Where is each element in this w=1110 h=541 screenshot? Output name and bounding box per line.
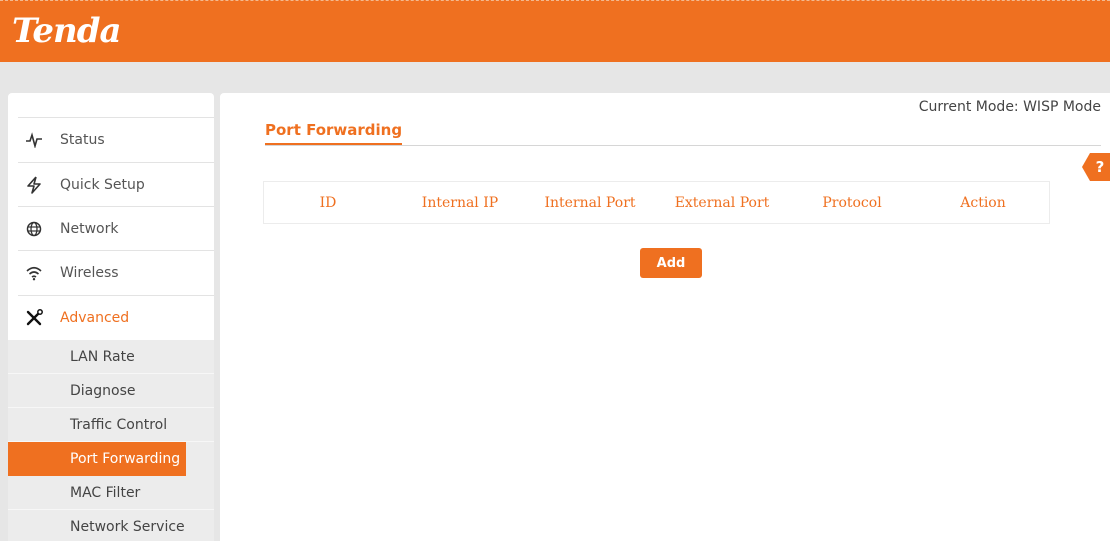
tools-icon xyxy=(24,308,44,328)
top-header: Tenda xyxy=(0,0,1110,62)
submenu-item-network-service[interactable]: Network Service xyxy=(8,510,214,541)
column-header-external-port: External Port xyxy=(674,195,770,211)
help-button[interactable]: ? xyxy=(1082,153,1110,181)
sidebar-item-wireless[interactable]: Wireless xyxy=(18,250,214,294)
sidebar-item-label: Status xyxy=(60,131,105,148)
sidebar: Status Quick Setup Network Wireless Adva… xyxy=(8,93,214,541)
wifi-icon xyxy=(24,263,44,283)
column-header-internal-port: Internal Port xyxy=(544,195,636,211)
sidebar-item-status[interactable]: Status xyxy=(18,117,214,161)
submenu-item-port-forwarding[interactable]: Port Forwarding xyxy=(8,442,186,476)
column-header-id: ID xyxy=(319,195,337,211)
sidebar-item-network[interactable]: Network xyxy=(18,206,214,250)
submenu-item-traffic-control[interactable]: Traffic Control xyxy=(8,408,214,442)
content-panel: Current Mode: WISP Mode Port Forwarding … xyxy=(220,93,1110,541)
pulse-icon xyxy=(24,130,44,150)
submenu-item-mac-filter[interactable]: MAC Filter xyxy=(8,476,214,510)
column-header-internal-ip: Internal IP xyxy=(421,195,499,211)
sidebar-item-label: Advanced xyxy=(60,309,130,326)
submenu-item-diagnose[interactable]: Diagnose xyxy=(8,374,214,408)
current-mode-label: Current Mode: WISP Mode xyxy=(918,99,1101,115)
page-title: Port Forwarding xyxy=(265,121,403,145)
column-header-action: Action xyxy=(960,195,1006,211)
tenda-logo: Tenda xyxy=(12,11,122,51)
lightning-icon xyxy=(24,175,44,195)
submenu-item-lan-rate[interactable]: LAN Rate xyxy=(8,340,214,374)
sidebar-item-label: Quick Setup xyxy=(60,176,145,193)
sidebar-item-advanced[interactable]: Advanced xyxy=(18,295,214,339)
add-button[interactable]: Add xyxy=(640,248,702,278)
column-header-protocol: Protocol xyxy=(822,195,882,211)
globe-icon xyxy=(24,219,44,239)
sidebar-item-label: Wireless xyxy=(60,264,119,281)
sidebar-item-label: Network xyxy=(60,220,119,237)
sidebar-item-quick-setup[interactable]: Quick Setup xyxy=(18,162,214,206)
port-forwarding-table-header: ID Internal IP Internal Port External Po… xyxy=(263,181,1050,224)
title-divider xyxy=(265,145,1101,146)
advanced-submenu: LAN Rate Diagnose Traffic Control Port F… xyxy=(8,340,214,541)
